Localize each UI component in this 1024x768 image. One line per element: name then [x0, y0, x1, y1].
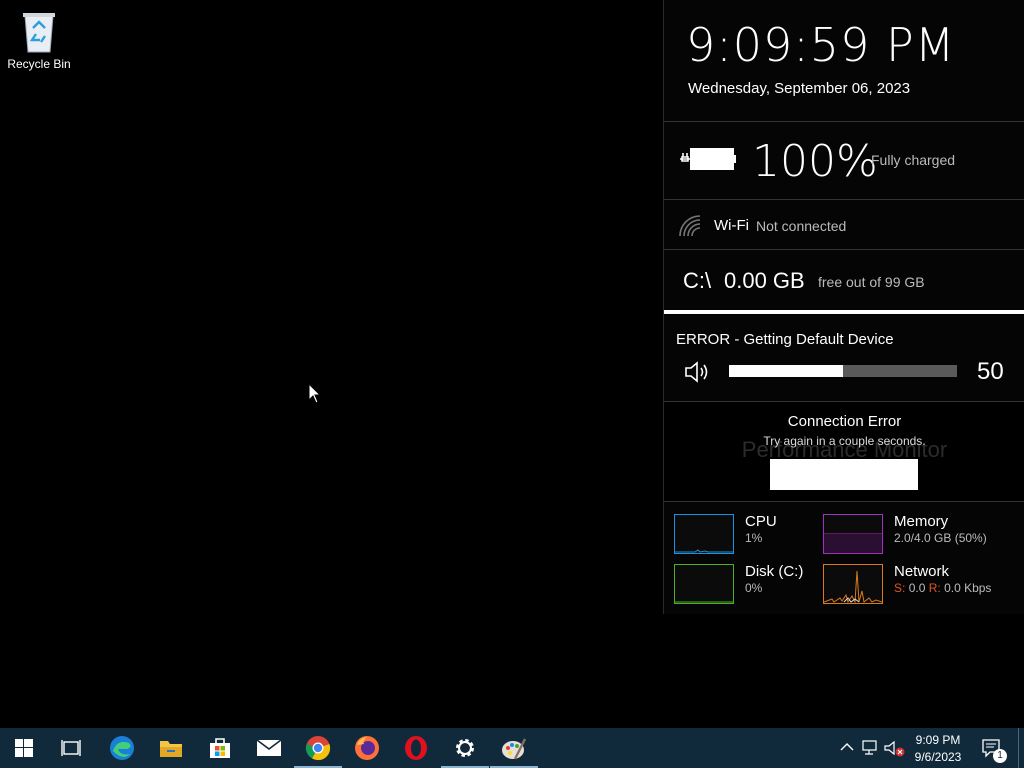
memory-value: 2.0/4.0 GB (50%) [894, 531, 987, 545]
volume-section [664, 315, 1024, 402]
paint-icon [502, 738, 527, 760]
network-send-label: S: [894, 581, 906, 595]
disk-total: free out of 99 GB [818, 274, 925, 290]
firefox-button[interactable] [343, 728, 391, 768]
memory-graph [823, 514, 883, 554]
disk-drive-label: C:\ [683, 268, 712, 293]
battery-charging-icon [680, 148, 736, 170]
volume-error-text: ERROR - Getting Default Device [676, 331, 894, 348]
chevron-up-icon[interactable] [840, 742, 854, 752]
disk-value: 0% [745, 581, 763, 595]
store-icon [210, 738, 230, 758]
taskbar-date: 9/6/2023 [914, 750, 962, 764]
show-desktop-button[interactable] [1018, 728, 1024, 768]
wifi-name: Wi-Fi [714, 217, 749, 234]
network-recv-value: 0.0 Kbps [944, 581, 992, 595]
network-send-value: 0.0 [908, 581, 926, 595]
start-button[interactable] [0, 728, 48, 768]
retry-button[interactable] [770, 459, 918, 490]
disk-free-space: 0.00 GB [724, 268, 805, 293]
network-graph [823, 564, 883, 604]
firefox-icon [355, 736, 379, 760]
mouse-cursor-icon [308, 383, 322, 404]
settings-icon [456, 739, 474, 757]
taskbar-clock[interactable]: 9:09 PM 9/6/2023 [906, 732, 970, 766]
recycle-bin-shortcut[interactable]: Recycle Bin [4, 8, 74, 71]
media-error-title: Connection Error [787, 413, 902, 430]
disk-graph [674, 564, 734, 604]
network-tray-icon[interactable] [862, 740, 880, 756]
notification-center-button[interactable]: 1 [978, 728, 1010, 768]
battery-status: Fully charged [871, 152, 956, 168]
network-recv-label: R: [928, 581, 941, 595]
opera-icon [405, 736, 427, 760]
speaker-icon[interactable] [684, 360, 712, 384]
settings-button[interactable] [441, 728, 489, 768]
clock-time: 9:09:59 PM [686, 18, 956, 72]
cpu-label: CPU [745, 513, 777, 530]
file-explorer-icon [160, 741, 182, 757]
system-monitor-panel: 9:09:59 PM Wednesday, September 06, 2023… [663, 0, 1024, 614]
store-button[interactable] [196, 728, 244, 768]
chrome-button[interactable] [294, 728, 342, 768]
cpu-value: 1% [745, 531, 763, 545]
disk-label: Disk (C:) [745, 563, 804, 580]
opera-button[interactable] [392, 728, 440, 768]
notification-badge: 1 [993, 749, 1007, 763]
edge-button[interactable] [98, 728, 146, 768]
wifi-status: Not connected [756, 218, 847, 234]
task-view-button[interactable] [47, 728, 95, 768]
wifi-icon [679, 215, 701, 237]
task-view-icon [61, 740, 81, 756]
mail-icon [256, 739, 282, 756]
start-icon [15, 739, 33, 757]
volume-slider-fill [729, 365, 843, 377]
chrome-icon [305, 736, 331, 761]
battery-percent: 100% [752, 136, 878, 187]
recycle-bin-icon [23, 13, 55, 53]
volume-muted-tray-icon[interactable] [884, 740, 906, 758]
network-value: S: 0.0 R: 0.0 Kbps [894, 581, 991, 595]
mail-button[interactable] [245, 728, 293, 768]
memory-label: Memory [894, 513, 949, 530]
recycle-bin-label: Recycle Bin [7, 57, 71, 71]
cpu-graph [674, 514, 734, 554]
volume-slider[interactable] [729, 365, 957, 377]
media-error-subtitle: Try again in a couple seconds. [763, 434, 926, 448]
taskbar-time: 9:09 PM [915, 733, 961, 747]
volume-level: 50 [977, 358, 1004, 385]
edge-icon [110, 736, 134, 760]
paint-button[interactable] [490, 728, 538, 768]
clock-date: Wednesday, September 06, 2023 [688, 80, 911, 97]
file-explorer-button[interactable] [147, 728, 195, 768]
network-label: Network [894, 563, 950, 580]
